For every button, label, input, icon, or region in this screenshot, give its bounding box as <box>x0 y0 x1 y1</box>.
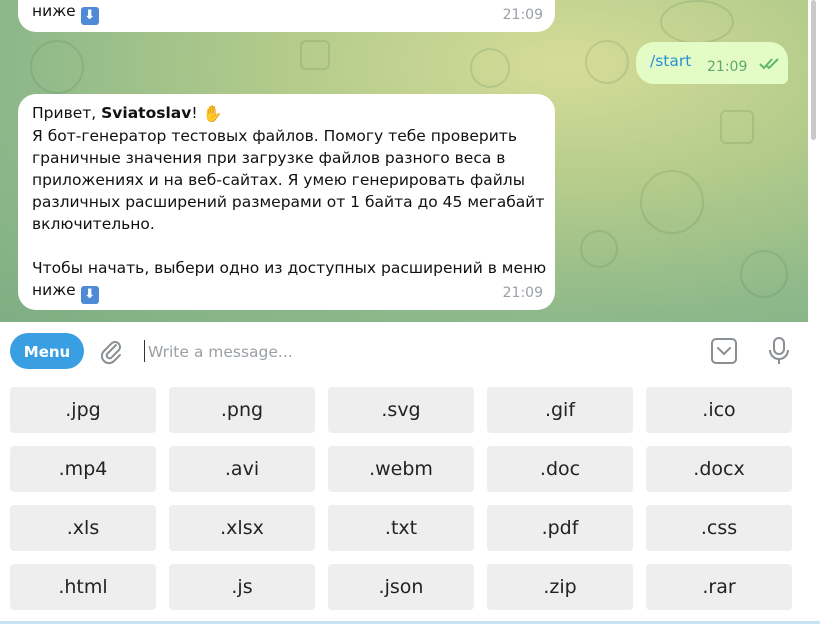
bot-text-line: различных расширений размерами от 1 байт… <box>32 193 545 211</box>
text-cursor <box>144 340 145 362</box>
wallpaper-doodle <box>640 170 704 234</box>
previous-message-bubble: ниже ⬇ 21:09 <box>18 0 555 32</box>
wallpaper-doodle <box>720 110 754 144</box>
menu-button[interactable]: Menu <box>10 333 84 369</box>
key-zip[interactable]: .zip <box>487 564 633 610</box>
message-time: 21:09 <box>502 7 543 23</box>
wallpaper-doodle <box>580 230 618 268</box>
key-xls[interactable]: .xls <box>10 505 156 551</box>
microphone-icon[interactable] <box>766 336 792 366</box>
previous-message-text: ниже <box>32 2 76 20</box>
message-time: 21:09 <box>502 285 543 301</box>
paperclip-icon[interactable] <box>97 337 125 365</box>
waving-hand-emoji-icon: ✋ <box>202 104 223 123</box>
bot-text-line: ниже ⬇ <box>32 279 543 304</box>
chat-background: ниже ⬇ 21:09 /start 21:09 Привет, Sviato… <box>0 0 808 322</box>
key-avi[interactable]: .avi <box>169 446 315 492</box>
key-docx[interactable]: .docx <box>646 446 792 492</box>
start-command-link[interactable]: /start <box>650 52 691 70</box>
bot-text-line: включительно. <box>32 215 155 233</box>
bot-greeting-bubble: Привет, Sviatoslav! ✋ Я бот-генератор те… <box>18 94 555 310</box>
down-arrow-emoji-icon: ⬇ <box>80 7 99 25</box>
user-name: Sviatoslav <box>101 104 192 122</box>
double-check-icon <box>759 58 779 70</box>
message-input[interactable] <box>146 337 690 367</box>
key-html[interactable]: .html <box>10 564 156 610</box>
key-jpg[interactable]: .jpg <box>10 387 156 433</box>
bot-text-line: Чтобы начать, выбери одно из доступных р… <box>32 259 547 277</box>
closing-tail-text: ниже <box>32 281 76 299</box>
greeting-prefix: Привет, <box>32 104 102 122</box>
chat-scrollbar-thumb[interactable] <box>811 0 816 140</box>
message-time: 21:09 <box>707 59 748 75</box>
key-json[interactable]: .json <box>328 564 474 610</box>
key-xlsx[interactable]: .xlsx <box>169 505 315 551</box>
wallpaper-doodle <box>30 40 84 94</box>
outgoing-message-bubble: /start 21:09 <box>636 42 788 84</box>
wallpaper-doodle <box>585 40 629 84</box>
key-css[interactable]: .css <box>646 505 792 551</box>
key-rar[interactable]: .rar <box>646 564 792 610</box>
key-gif[interactable]: .gif <box>487 387 633 433</box>
greeting-line: Привет, Sviatoslav! ✋ <box>32 102 543 125</box>
key-txt[interactable]: .txt <box>328 505 474 551</box>
wallpaper-doodle <box>470 48 510 88</box>
bot-reply-keyboard: .jpg .png .svg .gif .ico .mp4 .avi .webm… <box>0 380 808 624</box>
bot-text-line: граничные значения при загрузке файлов р… <box>32 149 506 167</box>
bot-text-line: Я бот-генератор тестовых файлов. Помогу … <box>32 127 517 145</box>
wallpaper-doodle <box>300 40 330 70</box>
key-js[interactable]: .js <box>169 564 315 610</box>
key-svg[interactable]: .svg <box>328 387 474 433</box>
key-png[interactable]: .png <box>169 387 315 433</box>
wallpaper-doodle <box>740 250 788 298</box>
window-edge <box>808 322 820 624</box>
wallpaper-doodle <box>660 0 734 44</box>
message-composer: Menu <box>0 322 808 380</box>
greeting-suffix: ! <box>191 104 198 122</box>
key-webm[interactable]: .webm <box>328 446 474 492</box>
keyboard-chevron-icon[interactable] <box>710 337 738 365</box>
key-pdf[interactable]: .pdf <box>487 505 633 551</box>
down-arrow-emoji-icon: ⬇ <box>80 286 99 304</box>
bot-text-line: приложениях и на веб-сайтах. Я умею гене… <box>32 171 525 189</box>
key-doc[interactable]: .doc <box>487 446 633 492</box>
key-mp4[interactable]: .mp4 <box>10 446 156 492</box>
key-ico[interactable]: .ico <box>646 387 792 433</box>
